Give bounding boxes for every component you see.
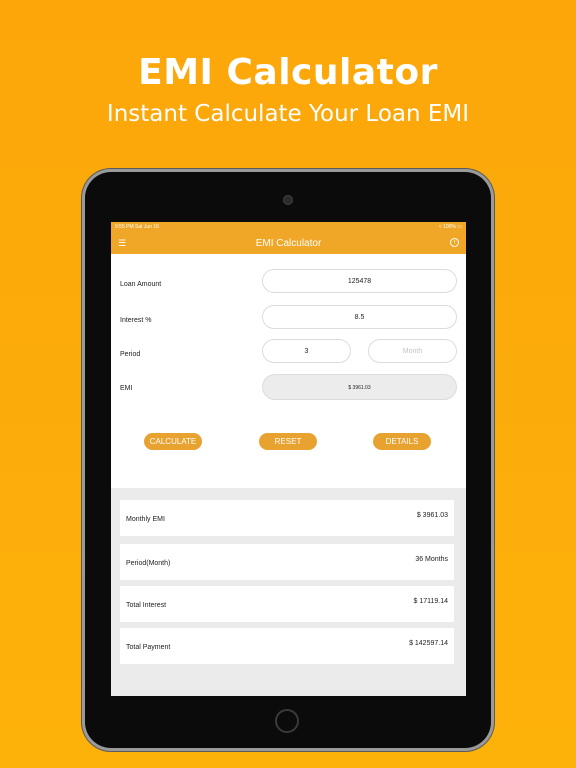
nav-title: EMI Calculator bbox=[255, 237, 322, 249]
details-button[interactable]: DETAILS bbox=[373, 433, 431, 450]
wifi-icon: ≈ bbox=[438, 224, 442, 230]
navigation-bar: ☰ EMI Calculator i bbox=[111, 232, 466, 254]
result-label: Total Interest bbox=[126, 602, 167, 609]
result-value: $ 3961.03 bbox=[416, 512, 448, 519]
result-value: 36 Months bbox=[415, 556, 448, 563]
camera-icon bbox=[283, 195, 293, 205]
loan-amount-label: Loan Amount bbox=[120, 281, 162, 288]
result-label: Period(Month) bbox=[126, 560, 171, 567]
emi-label: EMI bbox=[120, 385, 133, 392]
status-time-date: 9:55 PM Sat Jun 16 bbox=[115, 224, 159, 230]
emi-output: $ 3961.03 bbox=[262, 374, 457, 400]
result-label: Total Payment bbox=[126, 644, 171, 651]
interest-input[interactable]: 8.5 bbox=[262, 305, 457, 329]
loan-amount-input[interactable]: 125478 bbox=[262, 269, 457, 293]
home-button[interactable] bbox=[275, 709, 299, 733]
result-value: $ 17119.14 bbox=[413, 598, 448, 605]
interest-label: Interest % bbox=[120, 317, 152, 324]
result-row-monthly-emi: Monthly EMI $ 3961.03 bbox=[120, 500, 454, 536]
app-screen: 9:55 PM Sat Jun 16 ≈ 100% ▭ ☰ EMI Calcul… bbox=[111, 222, 466, 696]
battery-level: 100% bbox=[443, 224, 456, 230]
tablet-frame: 9:55 PM Sat Jun 16 ≈ 100% ▭ ☰ EMI Calcul… bbox=[85, 172, 491, 748]
period-label: Period bbox=[120, 351, 141, 358]
period-unit-select[interactable]: Month bbox=[368, 339, 457, 363]
result-row-total-payment: Total Payment $ 142597.14 bbox=[120, 628, 454, 664]
result-value: $ 142597.14 bbox=[409, 640, 448, 647]
info-icon[interactable]: i bbox=[450, 238, 459, 247]
promo-subtitle: Instant Calculate Your Loan EMI bbox=[106, 101, 470, 127]
status-time: 9:55 PM bbox=[115, 224, 134, 230]
battery-icon: ▭ bbox=[457, 224, 462, 230]
hamburger-icon[interactable]: ☰ bbox=[118, 238, 126, 249]
result-row-period: Period(Month) 36 Months bbox=[120, 544, 454, 580]
period-input[interactable]: 3 bbox=[262, 339, 351, 363]
promo-title: EMI Calculator bbox=[138, 52, 438, 93]
reset-button[interactable]: RESET bbox=[259, 433, 317, 450]
status-date: Sat Jun 16 bbox=[135, 224, 159, 230]
status-battery: ≈ 100% ▭ bbox=[439, 224, 462, 230]
result-row-total-interest: Total Interest $ 17119.14 bbox=[120, 586, 454, 622]
result-label: Monthly EMI bbox=[126, 516, 165, 523]
calculator-form: Loan Amount 125478 Interest % 8.5 Period… bbox=[111, 254, 466, 488]
status-bar: 9:55 PM Sat Jun 16 ≈ 100% ▭ bbox=[111, 222, 466, 232]
calculate-button[interactable]: CALCULATE bbox=[144, 433, 202, 450]
